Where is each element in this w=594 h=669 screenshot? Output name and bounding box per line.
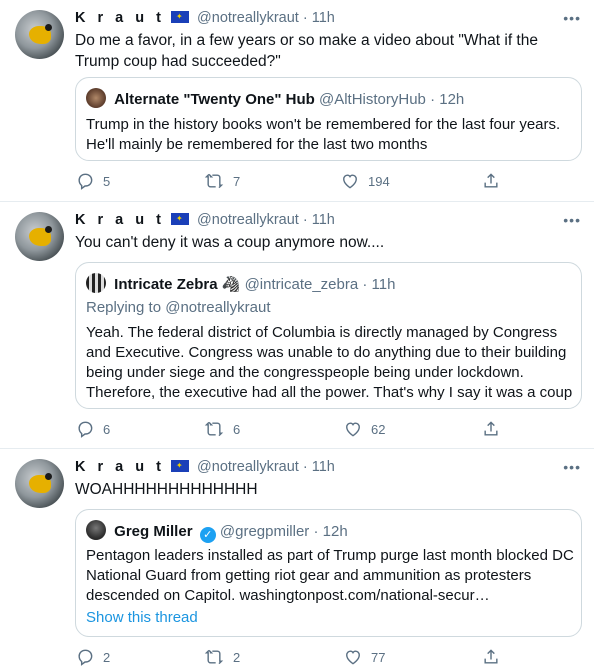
zebra-emoji-icon: 🦓 <box>221 276 241 293</box>
separator-dot: · <box>302 10 308 26</box>
reply-count: 2 <box>103 650 111 665</box>
quote-author-name: Greg Miller <box>114 523 193 540</box>
quoted-tweet[interactable]: Alternate "Twenty One" Hub @AltHistoryHu… <box>75 77 582 161</box>
separator-dot: · <box>362 276 368 293</box>
heart-icon <box>346 650 360 665</box>
like-count: 77 <box>371 650 386 665</box>
more-icon[interactable]: ••• <box>563 10 581 26</box>
quote-author-handle: @intricate_zebra <box>244 276 359 293</box>
heart-icon <box>343 174 357 189</box>
retweet-count: 6 <box>233 422 241 437</box>
separator-dot: · <box>302 459 308 475</box>
show-thread-link[interactable]: Show this thread <box>86 608 198 628</box>
quote-header: Alternate "Twenty One" Hub @AltHistoryHu… <box>86 88 464 110</box>
author-name[interactable]: K r a u t <box>75 10 165 26</box>
quote-timestamp: 11h <box>371 276 396 293</box>
share-button[interactable] <box>481 171 501 193</box>
quote-author-handle: @gregpmiller <box>219 523 310 540</box>
quote-avatar <box>86 273 106 293</box>
retweet-icon <box>204 173 224 189</box>
reply-count: 6 <box>103 422 111 437</box>
retweet-count: 7 <box>233 174 241 189</box>
heart-icon <box>346 422 360 437</box>
share-icon <box>484 421 498 436</box>
avatar[interactable] <box>15 10 64 59</box>
reply-button[interactable]: 2 <box>75 647 110 669</box>
quote-text: Pentagon leaders installed as part of Tr… <box>86 547 574 604</box>
like-count: 62 <box>371 422 386 437</box>
tweet-header: K r a u t @notreallykraut · 11h <box>75 9 335 27</box>
like-count: 194 <box>368 174 390 189</box>
reply-count: 5 <box>103 174 111 189</box>
like-button[interactable]: 62 <box>343 419 385 441</box>
author-handle[interactable]: @notreallykraut <box>197 212 299 228</box>
share-icon <box>484 173 498 188</box>
tweet[interactable]: K r a u t @notreallykraut · 11h ••• WOAH… <box>0 449 594 668</box>
reply-button[interactable]: 5 <box>75 171 110 193</box>
tweet-header: K r a u t @notreallykraut · 11h <box>75 458 335 476</box>
retweet-count: 2 <box>233 650 241 665</box>
eu-flag-icon <box>171 213 190 225</box>
quote-avatar <box>86 520 106 540</box>
more-icon[interactable]: ••• <box>563 212 581 228</box>
eu-flag-icon <box>171 460 190 472</box>
reply-icon <box>78 649 93 666</box>
share-icon <box>484 649 498 664</box>
timestamp[interactable]: 11h <box>312 212 335 228</box>
separator-dot: · <box>302 212 308 228</box>
author-name[interactable]: K r a u t <box>75 212 165 228</box>
quote-author-name: Alternate "Twenty One" Hub <box>114 91 315 108</box>
tweet-text: You can't deny it was a coup anymore now… <box>75 234 385 251</box>
tweet[interactable]: K r a u t @notreallykraut · 11h ••• You … <box>0 202 594 449</box>
tweet-header: K r a u t @notreallykraut · 11h <box>75 211 335 229</box>
tweet[interactable]: K r a u t @notreallykraut · 11h ••• Do m… <box>0 0 594 202</box>
quote-header: Intricate Zebra 🦓 @intricate_zebra · 11h <box>86 273 395 295</box>
quoted-tweet[interactable]: Greg Miller ✓ @gregpmiller · 12h Pentago… <box>75 509 582 637</box>
author-handle[interactable]: @notreallykraut <box>197 10 299 26</box>
tweet-text: WOAHHHHHHHHHHHHH <box>75 481 258 498</box>
eu-flag-icon <box>171 11 190 23</box>
like-button[interactable]: 194 <box>340 171 390 193</box>
quote-author-name: Intricate Zebra <box>114 276 218 293</box>
more-icon[interactable]: ••• <box>563 459 581 475</box>
replying-to[interactable]: Replying to @notreallykraut <box>86 298 270 318</box>
retweet-button[interactable]: 7 <box>203 171 240 193</box>
verified-badge-icon: ✓ <box>199 527 216 543</box>
quote-author-handle: @AltHistoryHub <box>318 91 426 108</box>
quote-text: Trump in the history books won't be reme… <box>86 116 561 153</box>
retweet-button[interactable]: 2 <box>203 647 240 669</box>
tweet-actions: 2 2 77 <box>75 647 515 669</box>
share-button[interactable] <box>481 647 501 669</box>
share-button[interactable] <box>481 419 501 441</box>
separator-dot: · <box>313 523 319 540</box>
quoted-tweet[interactable]: Intricate Zebra 🦓 @intricate_zebra · 11h… <box>75 262 582 409</box>
tweet-actions: 5 7 194 <box>75 171 515 193</box>
separator-dot: · <box>430 91 436 108</box>
tweet-text: Do me a favor, in a few years or so make… <box>75 32 538 70</box>
reply-icon <box>78 173 93 190</box>
avatar[interactable] <box>15 212 64 261</box>
quote-header: Greg Miller ✓ @gregpmiller · 12h <box>86 520 348 543</box>
reply-icon <box>78 421 93 438</box>
quote-text: Yeah. The federal district of Columbia i… <box>86 324 573 401</box>
author-handle[interactable]: @notreallykraut <box>197 459 299 475</box>
reply-button[interactable]: 6 <box>75 419 110 441</box>
quote-avatar <box>86 88 106 108</box>
like-button[interactable]: 77 <box>343 647 385 669</box>
avatar[interactable] <box>15 459 64 508</box>
retweet-button[interactable]: 6 <box>203 419 240 441</box>
quote-timestamp: 12h <box>322 523 348 540</box>
timestamp[interactable]: 11h <box>312 10 335 26</box>
author-name[interactable]: K r a u t <box>75 459 165 475</box>
retweet-icon <box>204 421 224 437</box>
tweet-actions: 6 6 62 <box>75 419 515 441</box>
retweet-icon <box>204 649 224 665</box>
quote-timestamp: 12h <box>439 91 465 108</box>
timestamp[interactable]: 11h <box>312 459 335 475</box>
